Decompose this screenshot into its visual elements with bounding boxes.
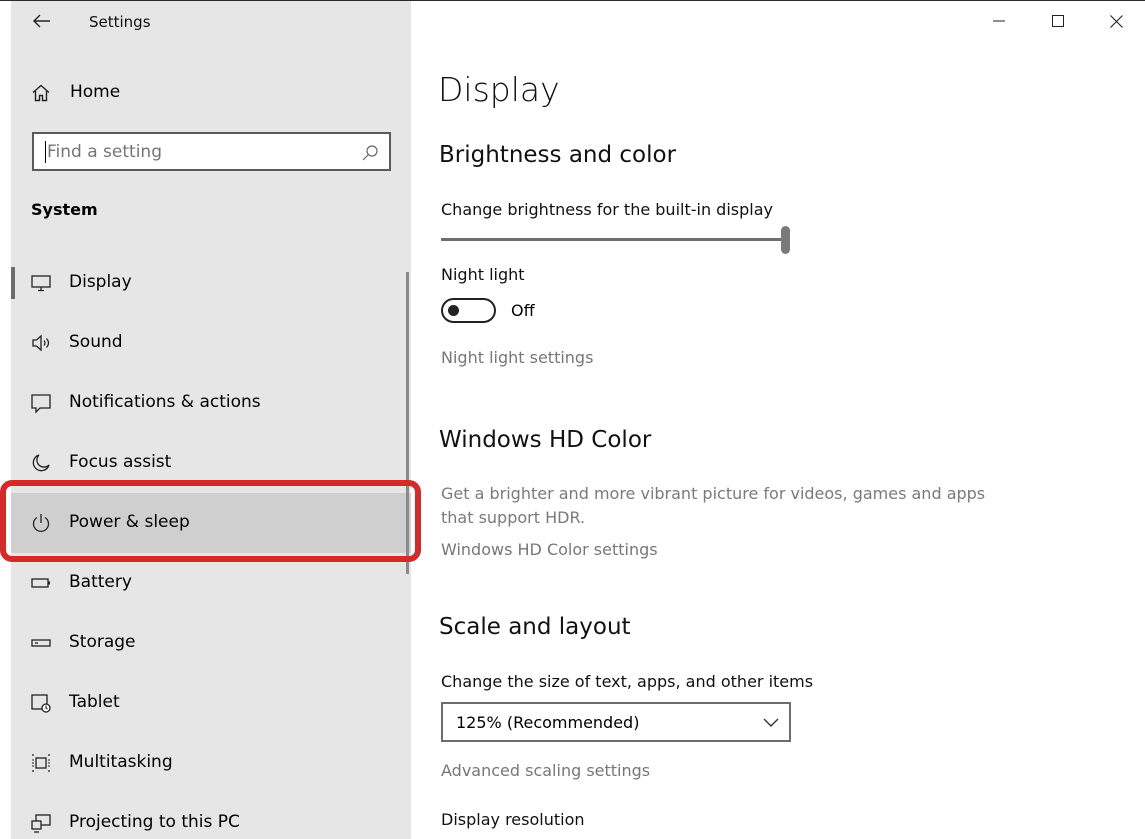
sidebar-nav: Display Sound Notifications & actions Fo… <box>11 253 411 839</box>
sidebar-item-label: Multitasking <box>69 752 173 772</box>
brightness-heading: Brightness and color <box>439 142 677 168</box>
text-size-label: Change the size of text, apps, and other… <box>441 672 814 691</box>
sidebar-item-power-sleep[interactable]: Power & sleep <box>11 493 411 553</box>
battery-icon <box>31 578 50 588</box>
slider-fill <box>441 238 786 241</box>
scale-layout-heading: Scale and layout <box>439 614 631 640</box>
speaker-icon <box>32 334 50 352</box>
sidebar-item-label: Sound <box>69 332 123 352</box>
sidebar-item-projecting[interactable]: Projecting to this PC <box>11 793 411 839</box>
sidebar-item-label: Tablet <box>69 692 120 712</box>
settings-window: Settings Home System Display <box>0 0 1145 839</box>
sidebar-item-display[interactable]: Display <box>11 253 411 313</box>
sidebar: Settings Home System Display <box>11 1 411 839</box>
multitasking-icon <box>32 754 50 772</box>
storage-icon <box>31 639 51 647</box>
brightness-slider[interactable] <box>441 226 791 254</box>
sidebar-item-tablet[interactable]: Tablet <box>11 673 411 733</box>
night-light-state: Off <box>511 301 535 320</box>
slider-thumb[interactable] <box>781 226 790 254</box>
hd-color-settings-link[interactable]: Windows HD Color settings <box>441 540 658 559</box>
scale-dropdown-value: 125% (Recommended) <box>456 713 640 732</box>
home-icon <box>32 84 50 102</box>
brightness-slider-label: Change brightness for the built-in displ… <box>441 200 773 219</box>
moon-icon <box>32 454 50 472</box>
scale-dropdown[interactable]: 125% (Recommended) <box>441 702 791 742</box>
text-caret <box>45 141 46 163</box>
selected-indicator <box>11 267 15 299</box>
sidebar-item-label: Battery <box>69 572 132 592</box>
night-light-toggle[interactable] <box>441 298 496 323</box>
back-arrow-icon <box>33 14 50 28</box>
display-resolution-label: Display resolution <box>441 810 585 829</box>
sidebar-item-label: Focus assist <box>69 452 172 472</box>
content-pane: Display Brightness and color Change brig… <box>438 0 1138 839</box>
home-nav-item[interactable]: Home <box>11 71 411 115</box>
sidebar-item-label: Power & sleep <box>69 512 190 532</box>
sidebar-item-sound[interactable]: Sound <box>11 313 411 373</box>
projecting-icon <box>31 814 51 833</box>
search-box[interactable] <box>32 132 391 171</box>
back-button[interactable] <box>30 9 54 33</box>
sidebar-item-battery[interactable]: Battery <box>11 553 411 613</box>
night-light-settings-link[interactable]: Night light settings <box>441 348 593 367</box>
hd-color-description: Get a brighter and more vibrant picture … <box>441 484 986 527</box>
sidebar-item-focus-assist[interactable]: Focus assist <box>11 433 411 493</box>
section-label-system: System <box>31 200 98 219</box>
night-light-label: Night light <box>441 265 525 284</box>
search-input[interactable] <box>47 140 357 164</box>
monitor-icon <box>31 275 51 292</box>
chevron-down-icon <box>763 718 779 727</box>
toggle-knob <box>448 305 459 316</box>
page-title: Display <box>438 70 560 109</box>
sidebar-item-label: Projecting to this PC <box>69 812 240 832</box>
search-icon <box>362 145 378 161</box>
sidebar-item-multitasking[interactable]: Multitasking <box>11 733 411 793</box>
sidebar-item-storage[interactable]: Storage <box>11 613 411 673</box>
sidebar-item-label: Display <box>69 272 132 292</box>
power-icon <box>32 514 50 532</box>
app-title: Settings <box>89 13 151 31</box>
sidebar-item-label: Storage <box>69 632 136 652</box>
advanced-scaling-link[interactable]: Advanced scaling settings <box>441 761 650 780</box>
notification-icon <box>31 394 51 414</box>
sidebar-item-label: Notifications & actions <box>69 392 261 412</box>
sidebar-scrollbar[interactable] <box>406 272 409 574</box>
home-label: Home <box>70 82 121 102</box>
hd-color-heading: Windows HD Color <box>439 427 652 453</box>
sidebar-item-notifications[interactable]: Notifications & actions <box>11 373 411 433</box>
tablet-icon <box>31 694 51 713</box>
